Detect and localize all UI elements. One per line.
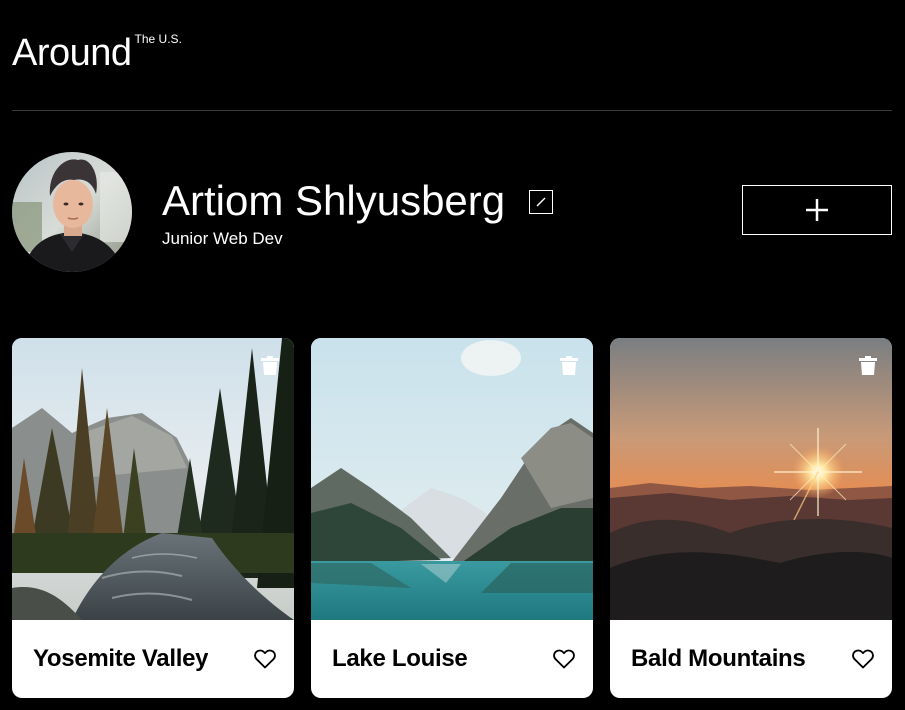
delete-card-button[interactable] bbox=[859, 356, 877, 375]
heart-outline-icon bbox=[852, 649, 874, 669]
profile-job: Junior Web Dev bbox=[162, 229, 283, 248]
cards-grid: Yosemite Valley Lake Louise Bald Mountai… bbox=[12, 338, 892, 698]
card-yosemite-valley: Yosemite Valley bbox=[12, 338, 294, 698]
edit-profile-button[interactable] bbox=[529, 190, 554, 214]
card-title: Yosemite Valley bbox=[33, 645, 209, 672]
card-title: Lake Louise bbox=[332, 645, 468, 672]
trash-icon bbox=[859, 356, 877, 375]
trash-icon bbox=[560, 356, 578, 375]
logo-main-text: Around bbox=[12, 32, 132, 74]
card-footer: Bald Mountains bbox=[610, 620, 892, 698]
avatar bbox=[12, 152, 132, 272]
card-footer: Yosemite Valley bbox=[12, 620, 294, 698]
plus-icon bbox=[806, 199, 828, 221]
add-card-button[interactable] bbox=[742, 185, 892, 235]
avatar-image bbox=[12, 152, 132, 272]
delete-card-button[interactable] bbox=[261, 356, 279, 375]
heart-outline-icon bbox=[553, 649, 575, 669]
logo-superscript: The U.S. bbox=[134, 32, 182, 46]
profile-name: Artiom Shlyusberg bbox=[162, 177, 506, 224]
card-image[interactable] bbox=[12, 338, 294, 620]
card-bald-mountains: Bald Mountains bbox=[610, 338, 892, 698]
trash-icon bbox=[261, 356, 279, 375]
delete-card-button[interactable] bbox=[560, 356, 578, 375]
header: Around The U.S. bbox=[12, 0, 892, 111]
card-image[interactable] bbox=[610, 338, 892, 620]
logo: Around The U.S. bbox=[12, 30, 182, 80]
page: Around The U.S. Artiom Shlyusberg Junior… bbox=[0, 0, 905, 710]
profile-name-row: Artiom Shlyusberg bbox=[162, 173, 682, 229]
card-title: Bald Mountains bbox=[631, 645, 806, 672]
pencil-icon bbox=[536, 197, 546, 207]
like-button[interactable] bbox=[254, 649, 276, 669]
header-divider bbox=[12, 110, 892, 111]
card-lake-louise: Lake Louise bbox=[311, 338, 593, 698]
profile-info: Artiom Shlyusberg Junior Web Dev bbox=[162, 173, 682, 250]
like-button[interactable] bbox=[553, 649, 575, 669]
heart-outline-icon bbox=[254, 649, 276, 669]
card-image[interactable] bbox=[311, 338, 593, 620]
card-footer: Lake Louise bbox=[311, 620, 593, 698]
like-button[interactable] bbox=[852, 649, 874, 669]
